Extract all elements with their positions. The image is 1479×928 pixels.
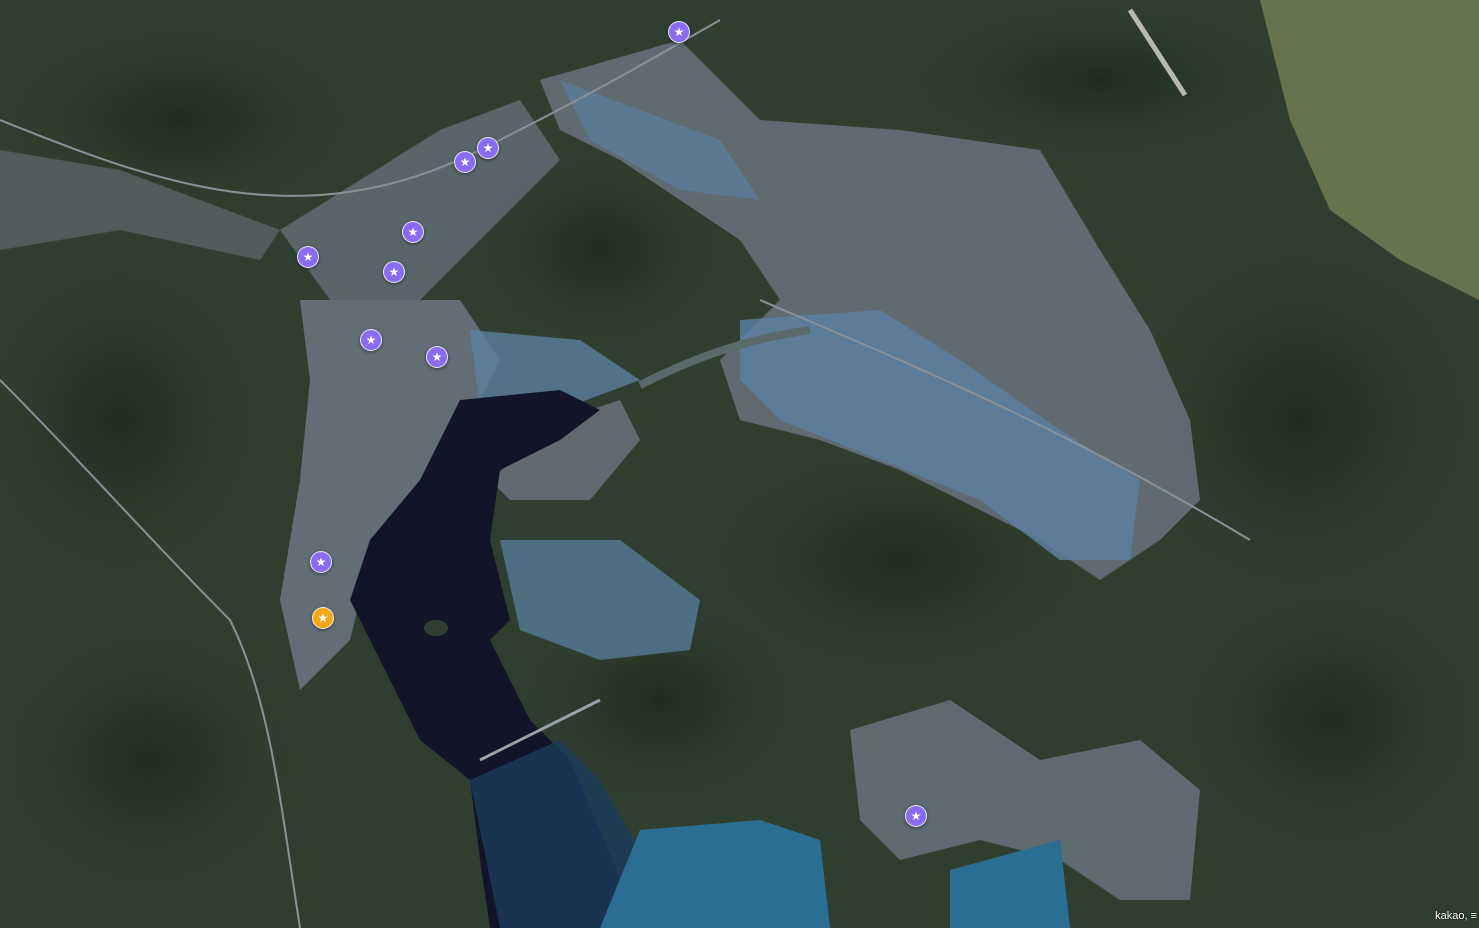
map-marker[interactable]: ★ <box>668 21 690 43</box>
star-icon: ★ <box>431 350 443 364</box>
star-icon: ★ <box>388 265 400 279</box>
star-icon: ★ <box>482 141 494 155</box>
star-icon: ★ <box>365 333 377 347</box>
star-icon: ★ <box>315 555 327 569</box>
map-marker-selected[interactable]: ★ <box>312 607 334 629</box>
star-icon: ★ <box>302 250 314 264</box>
island <box>424 620 448 636</box>
map-marker[interactable]: ★ <box>905 805 927 827</box>
star-icon: ★ <box>407 225 419 239</box>
star-icon: ★ <box>673 25 685 39</box>
satellite-map[interactable]: ★ ★ ★ ★ ★ ★ ★ ★ ★ ★ ★ ★ kakao, ≡ <box>0 0 1479 928</box>
star-icon: ★ <box>317 611 329 625</box>
map-marker[interactable]: ★ <box>454 151 476 173</box>
map-marker[interactable]: ★ <box>402 221 424 243</box>
map-attribution: kakao, ≡ <box>1435 910 1477 922</box>
map-marker[interactable]: ★ <box>477 137 499 159</box>
map-marker[interactable]: ★ <box>383 261 405 283</box>
map-marker[interactable]: ★ <box>360 329 382 351</box>
map-marker[interactable]: ★ <box>297 246 319 268</box>
map-marker[interactable]: ★ <box>426 346 448 368</box>
map-marker[interactable]: ★ <box>310 551 332 573</box>
star-icon: ★ <box>459 155 471 169</box>
star-icon: ★ <box>910 809 922 823</box>
satellite-terrain <box>0 0 1479 928</box>
